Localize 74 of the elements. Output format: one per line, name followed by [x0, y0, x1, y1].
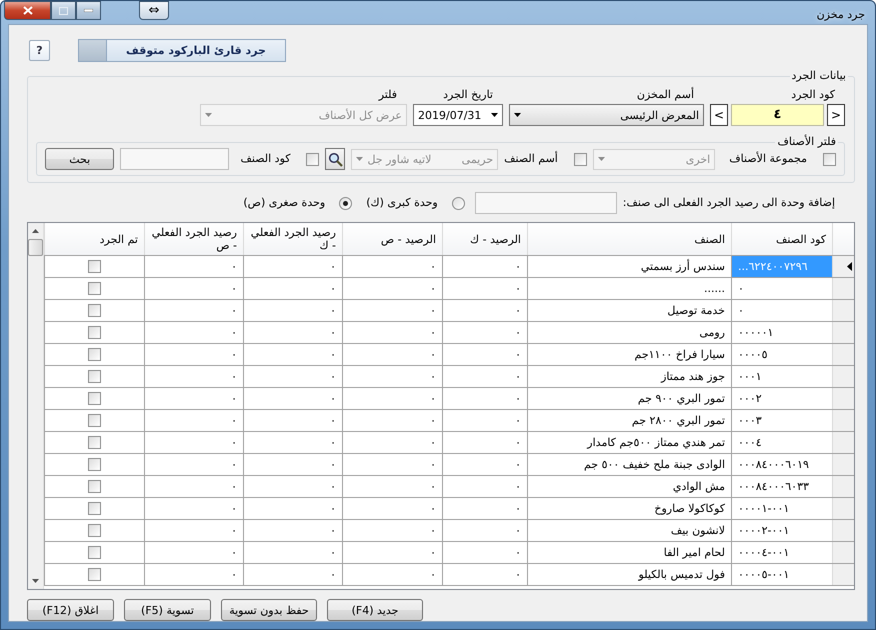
- checkbox-label: كود الصنف: [240, 150, 292, 167]
- table-cell: ...٦٢٢٤٠٠٧٢٩٦: [731, 256, 832, 277]
- column-header[interactable]: كود الصنف: [731, 223, 832, 255]
- unit-field[interactable]: [474, 192, 617, 214]
- column-header[interactable]: الصنف: [527, 223, 731, 255]
- window-title: جرد مخزن: [816, 8, 865, 21]
- unit-add-label: إضافة وحدة الى رصيد الجرد الفعلى الى صنف:: [622, 194, 836, 211]
- close-button[interactable]: [4, 1, 51, 20]
- column-header[interactable]: تم الجرد: [44, 223, 144, 255]
- checkbox[interactable]: [88, 348, 101, 361]
- checkbox[interactable]: [88, 282, 101, 295]
- maximize-button[interactable]: [51, 1, 76, 20]
- checkbox-label: أسم الصنف: [504, 150, 559, 167]
- scroll-down-icon[interactable]: [32, 579, 39, 583]
- close-icon: [22, 6, 32, 15]
- help-icon[interactable]: ?: [29, 40, 50, 60]
- field-label: تاريخ الجرد: [442, 87, 494, 103]
- store-dropdown[interactable]: المعرض الرئيسى: [509, 104, 704, 126]
- field-label: أسم المخزن: [636, 87, 695, 103]
- checkbox[interactable]: [306, 152, 320, 166]
- scrollbar[interactable]: [28, 223, 44, 589]
- checkbox[interactable]: [88, 326, 101, 339]
- column-header[interactable]: رصيد الجرد الفعلي - ك: [243, 223, 342, 255]
- dropdown-arrow-icon: [205, 113, 212, 117]
- field-label: فلتر: [377, 87, 398, 103]
- dropdown-arrow-icon: [356, 157, 364, 161]
- count-code-field[interactable]: ٤: [731, 104, 824, 126]
- group-title: بيانات الجرد: [790, 69, 848, 83]
- scrollbar-thumb[interactable]: [28, 239, 43, 256]
- radio-button[interactable]: [452, 196, 465, 210]
- checkbox[interactable]: [88, 414, 101, 427]
- checkbox[interactable]: [88, 458, 101, 471]
- move-button[interactable]: ⇔: [139, 1, 169, 20]
- action-button[interactable]: اغلاق (F12): [27, 599, 114, 621]
- dropdown-arrow-icon: [491, 113, 498, 117]
- next-button[interactable]: >: [710, 104, 728, 126]
- minimize-button[interactable]: [76, 1, 101, 20]
- maximize-icon: [59, 6, 68, 14]
- search-icon: [328, 152, 343, 166]
- checkbox[interactable]: [88, 436, 101, 449]
- minimize-icon: [84, 9, 93, 12]
- checkbox[interactable]: [88, 546, 101, 559]
- checkbox[interactable]: [88, 480, 101, 493]
- column-header[interactable]: رصيد الجرد الفعلي - ص: [144, 223, 243, 255]
- action-button[interactable]: تسوية (F5): [124, 599, 211, 621]
- current-row-icon: [847, 262, 852, 271]
- barcode-status-button[interactable]: جرد قارئ الباركود متوقف: [78, 38, 286, 62]
- dropdown-arrow-icon: [598, 157, 605, 161]
- checkbox[interactable]: [88, 524, 101, 537]
- action-button[interactable]: جديد (F4): [327, 599, 423, 621]
- search-button[interactable]: بحث: [45, 148, 114, 170]
- checkbox[interactable]: [88, 502, 101, 515]
- checkbox[interactable]: [88, 304, 101, 317]
- checkbox[interactable]: [88, 370, 101, 383]
- search-button[interactable]: [325, 148, 346, 170]
- row-header[interactable]: [832, 256, 854, 277]
- radio-button[interactable]: [339, 196, 352, 210]
- previous-button[interactable]: <: [827, 104, 845, 126]
- checkbox-label: مجموعة الأصناف: [729, 150, 808, 167]
- header-corner: [832, 223, 854, 255]
- checkbox[interactable]: [88, 260, 101, 273]
- group-title: فلتر الأصناف: [775, 135, 838, 149]
- checkbox[interactable]: [88, 392, 101, 405]
- checkbox[interactable]: [88, 568, 101, 581]
- date-picker[interactable]: 2019/07/31: [413, 104, 503, 126]
- item-code-field[interactable]: [120, 148, 229, 170]
- radio-label: وحدة صغرى (ص): [243, 194, 326, 211]
- radio-label: وحدة كبرى (ك): [366, 194, 439, 211]
- field-label: كود الجرد: [790, 87, 836, 103]
- action-button[interactable]: حفظ بدون تسوية: [221, 599, 317, 621]
- column-header[interactable]: الرصيد - ص: [342, 223, 442, 255]
- column-header[interactable]: الرصيد - ك: [442, 223, 527, 255]
- scroll-up-icon[interactable]: [32, 229, 39, 233]
- dropdown-arrow-icon: [514, 113, 521, 117]
